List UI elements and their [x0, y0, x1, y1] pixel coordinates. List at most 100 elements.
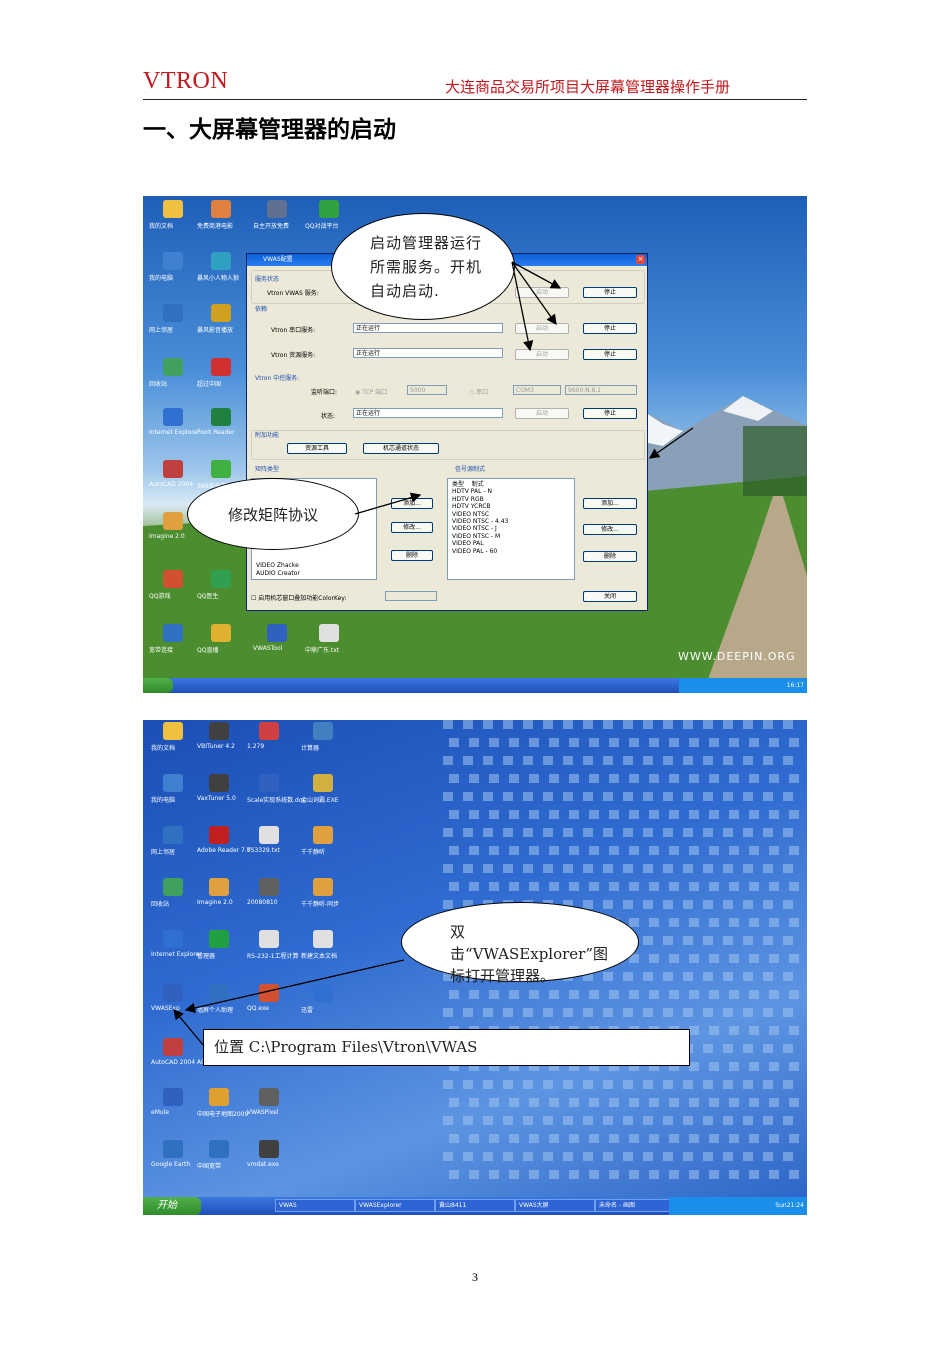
desktop-icon[interactable] [163, 1038, 183, 1056]
desktop-icon[interactable] [209, 984, 229, 1002]
desktop-icon[interactable] [163, 304, 183, 322]
control-start-button[interactable]: 启动 [515, 408, 569, 419]
vwas-start-button[interactable]: 启动 [515, 287, 569, 298]
matrix-delete-button[interactable]: 删除 [391, 550, 433, 561]
resource-tool-button[interactable]: 资源工具 [287, 443, 347, 454]
header-brand: VTRON [143, 68, 229, 94]
desktop-icon[interactable] [163, 984, 183, 1002]
matrix-add-button[interactable]: 添加... [391, 498, 433, 509]
baud-select[interactable]: 9600,N,8,1 [565, 385, 637, 395]
desktop-icon[interactable] [209, 826, 229, 844]
desktop-icon[interactable] [163, 512, 183, 530]
tcp-port-field[interactable]: 5000 [407, 385, 447, 395]
desktop-icon[interactable] [313, 984, 333, 1002]
desktop-icon[interactable] [313, 722, 333, 740]
desktop-icon[interactable] [163, 774, 183, 792]
signal-delete-button[interactable]: 删除 [583, 551, 637, 562]
desktop-icon[interactable] [163, 252, 183, 270]
desktop-icon[interactable] [209, 1088, 229, 1106]
desktop-icon[interactable] [313, 774, 333, 792]
desktop-icon[interactable] [163, 624, 183, 642]
desktop-icon[interactable] [163, 826, 183, 844]
start-button-2[interactable]: 开始 [143, 1197, 201, 1215]
taskbar-item[interactable]: 未命名 - 画图 [595, 1199, 675, 1212]
matrix-list-item[interactable]: VIDEO Zhacke [252, 562, 300, 569]
taskbar-item[interactable]: 黄山8411 [435, 1199, 515, 1212]
desktop-icon[interactable] [163, 1088, 183, 1106]
desktop-icon[interactable] [211, 460, 231, 478]
desktop-icon[interactable] [259, 1088, 279, 1106]
desktop-icon[interactable] [209, 930, 229, 948]
desktop-icon-label: Internet Explorer [149, 429, 200, 436]
signal-list-item[interactable]: VIDEO NTSC - J [448, 525, 574, 532]
matrix-modify-button[interactable]: 修改... [391, 522, 433, 533]
desktop-icon[interactable] [163, 408, 183, 426]
signal-modify-button[interactable]: 修改... [583, 524, 637, 535]
desktop-icon[interactable] [209, 878, 229, 896]
desktop-icon[interactable] [267, 200, 287, 218]
signal-list-item[interactable]: VIDEO PAL [448, 540, 574, 547]
close-icon[interactable]: × [636, 255, 645, 264]
desktop-icon[interactable] [211, 358, 231, 376]
desktop-icon[interactable] [259, 984, 279, 1002]
screenshot-service-config: 我的文档 免费商港电影 自主开放免费 QQ对战平台 我的电脑 暴风小人物人狼 网上邻居 暴风影… [143, 196, 807, 693]
desktop-icon[interactable] [163, 722, 183, 740]
desktop-icon[interactable] [163, 1140, 183, 1158]
desktop-icon[interactable] [313, 878, 333, 896]
desktop-icon[interactable] [319, 200, 339, 218]
desktop-icon[interactable] [211, 570, 231, 588]
taskbar-item[interactable]: VWAS大屏 [515, 1199, 595, 1212]
channel-status-button[interactable]: 机芯通道状态 [363, 443, 439, 454]
signal-list-item[interactable]: VIDEO PAL - 60 [448, 548, 574, 555]
signal-list-item[interactable]: HDTV RGB [448, 496, 574, 503]
desktop-icon[interactable] [163, 358, 183, 376]
desktop-icon[interactable] [259, 878, 279, 896]
desktop-icon[interactable] [259, 1140, 279, 1158]
desktop-icon[interactable] [267, 624, 287, 642]
matrix-list-item[interactable]: AUDIO Creator [252, 570, 300, 577]
serial-stop-button[interactable]: 停止 [583, 323, 637, 334]
desktop-icon[interactable] [163, 930, 183, 948]
desktop-icon[interactable] [259, 930, 279, 948]
signal-list-item[interactable]: VIDEO NTSC - M [448, 533, 574, 540]
close-button[interactable]: 关闭 [583, 591, 637, 602]
desktop-icon[interactable] [163, 460, 183, 478]
colorkey-select[interactable] [385, 591, 437, 601]
signal-list-item[interactable]: HDTV YCRCB [448, 503, 574, 510]
desktop-icon-label: QQ游戏 [149, 593, 171, 600]
signal-list-item[interactable]: HDTV PAL - N [448, 488, 574, 495]
desktop-icon[interactable] [211, 200, 231, 218]
desktop-icon[interactable] [163, 200, 183, 218]
serial-start-button[interactable]: 启动 [515, 323, 569, 334]
taskbar-item[interactable]: VWASExplorer [355, 1199, 435, 1212]
colorkey-checkbox[interactable]: ☐ 启用机芯窗口叠加功能ColorKey: [251, 593, 346, 602]
resource-stop-button[interactable]: 停止 [583, 349, 637, 360]
desktop-icon[interactable] [211, 408, 231, 426]
desktop-icon[interactable] [259, 722, 279, 740]
desktop-icon[interactable] [313, 930, 333, 948]
desktop-icon[interactable] [313, 826, 333, 844]
desktop-icon[interactable] [209, 722, 229, 740]
serial-radio[interactable]: ○ 串口 [469, 387, 488, 396]
control-stop-button[interactable]: 停止 [583, 408, 637, 419]
desktop-icon[interactable] [211, 252, 231, 270]
desktop-icon[interactable] [211, 304, 231, 322]
tcp-radio[interactable]: ◉ TCP 端口 [355, 387, 387, 396]
signal-list[interactable]: 类型 制式 HDTV PAL - N HDTV RGB HDTV YCRCB VIDE… [447, 478, 575, 580]
vwas-stop-button[interactable]: 停止 [583, 287, 637, 298]
start-button-1[interactable] [143, 678, 173, 693]
desktop-icon[interactable] [163, 570, 183, 588]
desktop-icon[interactable] [211, 624, 231, 642]
taskbar-item[interactable]: VWAS [275, 1199, 355, 1212]
com-port-select[interactable]: COM3 [513, 385, 561, 395]
desktop-icon[interactable] [209, 774, 229, 792]
desktop-icon[interactable] [259, 826, 279, 844]
desktop-icon[interactable] [319, 624, 339, 642]
signal-list-item[interactable]: VIDEO NTSC [448, 511, 574, 518]
signal-add-button[interactable]: 添加... [583, 498, 637, 509]
signal-list-item[interactable]: VIDEO NTSC - 4.43 [448, 518, 574, 525]
desktop-icon[interactable] [163, 878, 183, 896]
desktop-icon[interactable] [259, 774, 279, 792]
resource-start-button[interactable]: 启动 [515, 349, 569, 360]
desktop-icon[interactable] [209, 1140, 229, 1158]
